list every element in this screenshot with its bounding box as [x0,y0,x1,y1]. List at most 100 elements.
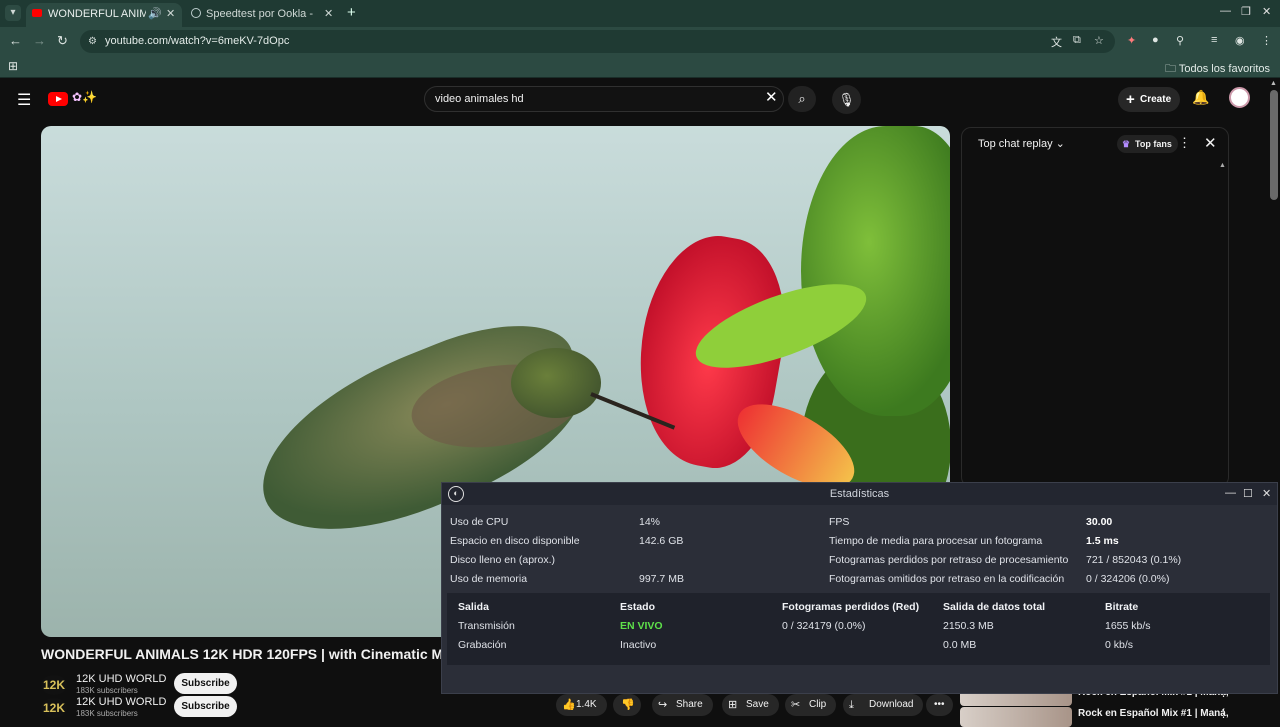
tab-search-button[interactable]: ▾ [5,5,21,21]
bookmarks-bar: ⊞ 🗀 Todos los favoritos [0,56,1280,78]
table-cell: Inactivo [620,639,657,651]
stat-label: Tiempo de media para procesar un fotogra… [829,535,1043,547]
plus-icon: + [1126,91,1135,108]
chat-scroll-up-arrow[interactable]: ▲ [1219,162,1226,169]
top-fans-label: Top fans [1135,139,1172,149]
browser-toolbar: ← → ↻ ⚙ youtube.com/watch?v=6meKV-7dOpc … [0,27,1280,56]
close-icon[interactable]: ✕ [1262,487,1271,500]
maximize-icon[interactable]: ☐ [1243,487,1253,500]
youtube-logo[interactable] [48,92,68,106]
table-cell: 0 kb/s [1105,639,1134,651]
channel-name[interactable]: 12K UHD WORLD [76,696,166,708]
chat-title: Top chat replay [978,138,1053,150]
status-badge: EN VIVO [620,620,663,632]
create-button[interactable]: + Create [1118,87,1180,112]
tab-title: WONDERFUL ANIMA [48,8,146,20]
profile-icon[interactable]: ◉ [1235,34,1245,47]
close-icon[interactable]: ✕ [1204,134,1217,152]
close-tab-icon[interactable]: ✕ [166,3,175,25]
crown-icon: ♛ [1122,139,1131,149]
kebab-icon[interactable]: ⋮ [1178,135,1191,151]
create-label: Create [1140,94,1172,105]
like-count: 1.4K [576,699,597,710]
url-text: youtube.com/watch?v=6meKV-7dOpc [105,35,290,47]
table-cell: 0 / 324179 (0.0%) [782,620,866,632]
back-icon[interactable]: ← [9,33,22,48]
subscriber-count: 183K subscribers [76,709,138,718]
leaf-shape [801,126,950,416]
kebab-icon[interactable]: ⋮ [1218,707,1229,720]
search-input[interactable]: video animales hd [424,86,784,112]
save-button[interactable]: ⊞ Save [722,694,779,716]
share-button[interactable]: ↪ Share [652,694,713,716]
star-icon[interactable]: ☆ [1094,34,1104,47]
obs-window-title: Estadísticas [829,488,890,500]
media-icon[interactable]: ≡ [1211,34,1217,46]
table-header: Estado [620,601,656,613]
extension-icon[interactable]: ✦ [1127,34,1136,47]
close-window-icon[interactable]: ✕ [1262,5,1271,18]
browser-menu-icon[interactable]: ⋮ [1261,34,1272,47]
more-actions-button[interactable]: ••• [926,694,953,716]
clear-search-icon[interactable]: ✕ [765,88,778,106]
minimize-icon[interactable]: — [1220,5,1231,17]
stat-label: Espacio en disco disponible [450,535,580,547]
extension-icon[interactable]: ● [1152,34,1159,46]
stat-label: Fotogramas omitidos por retraso en la co… [829,573,1065,585]
chat-mode-dropdown[interactable]: Top chat replay ⌄ [978,137,1065,150]
search-icon: ⌕ [798,91,806,106]
stat-label: Fotogramas perdidos por retraso de proce… [829,554,1069,566]
share-icon: ↪ [658,699,668,711]
close-tab-icon[interactable]: ✕ [324,3,333,25]
apps-icon[interactable]: ⊞ [8,59,18,73]
table-header: Salida [458,601,489,613]
page-scrollbar[interactable] [1270,90,1278,200]
doodle-icon[interactable]: ✿✨ [72,90,106,106]
channel-name[interactable]: 12K UHD WORLD [76,673,166,685]
new-tab-button[interactable]: + [347,4,356,21]
mic-icon: 🎙 [838,92,855,107]
recommendation-item[interactable]: Rock en Español Mix #1 | Maná, ⋮ [960,705,1272,727]
address-bar[interactable]: ⚙ youtube.com/watch?v=6meKV-7dOpc [80,30,1115,53]
speaker-icon[interactable]: 🔊 [148,3,162,25]
reload-icon[interactable]: ↻ [57,33,68,49]
download-button[interactable]: ⤓ Download [843,694,924,716]
forward-icon[interactable]: → [33,33,46,48]
tab-speedtest[interactable]: Speedtest por Ookla - La ✕ [186,3,340,27]
clip-button[interactable]: ✂ Clip [785,694,837,716]
recommendation-title[interactable]: Rock en Español Mix #1 | Maná, [1078,708,1229,719]
top-fans-badge[interactable]: ♛ Top fans [1117,135,1178,153]
extensions-icon[interactable]: ⚲ [1176,34,1184,47]
cast-icon[interactable]: ⧉ [1073,34,1081,47]
restore-icon[interactable]: ❐ [1241,5,1251,18]
search-button[interactable]: ⌕ [788,86,816,112]
table-header: Salida de datos total [943,601,1046,613]
site-info-icon[interactable]: ⚙ [88,30,97,53]
like-button[interactable]: 👍 1.4K [556,694,607,716]
clip-label: Clip [809,699,827,710]
obs-titlebar[interactable]: Estadísticas ◐ — ☐ ✕ [442,483,1277,505]
tab-title: Speedtest por Ookla - La [206,8,316,20]
more-icon: ••• [934,699,945,710]
channel-row: 12K 12K UHD WORLD 183K subscribers Subsc… [41,696,241,720]
minimize-icon[interactable]: — [1225,487,1236,499]
subscribe-button[interactable]: Subscribe [174,673,237,694]
avatar[interactable] [1229,87,1250,108]
voice-search-button[interactable]: 🎙 [832,85,861,114]
subscribe-button[interactable]: Subscribe [174,696,237,717]
clip-icon: ✂ [791,699,801,711]
channel-avatar[interactable]: 12K [41,698,67,718]
youtube-header: ☰ ✿✨ video animales hd ✕ ⌕ 🎙 + Create 🔔 [0,78,1280,122]
stat-value: 142.6 GB [639,535,684,547]
save-label: Save [746,699,769,710]
table-cell: Transmisión [458,620,515,632]
tab-youtube[interactable]: WONDERFUL ANIMA 🔊 ✕ [26,3,182,27]
all-bookmarks[interactable]: 🗀 Todos los favoritos [1165,60,1270,79]
recommendation-thumbnail[interactable] [960,707,1072,727]
channel-avatar[interactable]: 12K [41,675,67,695]
bell-icon[interactable]: 🔔 [1192,89,1209,106]
dislike-button[interactable]: 👎 [613,694,641,716]
translate-icon[interactable]: 文 [1051,34,1062,50]
scroll-up-arrow[interactable]: ▲ [1270,80,1277,87]
menu-icon[interactable]: ☰ [17,90,31,110]
